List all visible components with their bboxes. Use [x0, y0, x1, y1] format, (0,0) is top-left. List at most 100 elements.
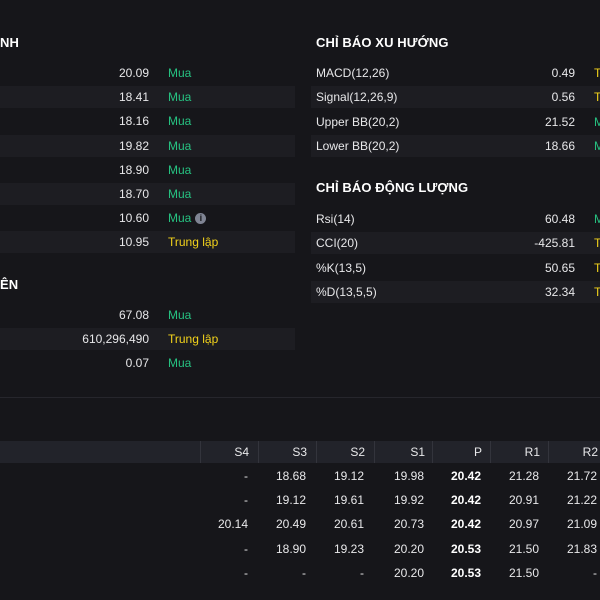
indicator-row: Rsi(14) 60.48 M — [311, 208, 600, 230]
signal-label: Trung lập — [168, 235, 219, 250]
pivot-cell: 20.42 — [450, 469, 481, 483]
signal-label: M — [594, 138, 600, 153]
indicator-row: MACD(12,26) 0.49 T — [311, 62, 600, 84]
pivot-cell: - — [360, 565, 364, 580]
ma-section-title: NH — [0, 35, 19, 50]
pivot-table-row: - 18.68 19.12 19.98 20.42 21.28 21.72 — [0, 464, 600, 488]
indicator-row: Lower BB(20,2) 18.66 M — [311, 134, 600, 157]
pivot-cell: 19.12 — [333, 469, 364, 483]
indicator-value: 18.70 — [118, 187, 149, 201]
pivot-header-cell: S3 — [258, 441, 307, 463]
pivot-cell: 20.53 — [450, 565, 481, 580]
pivot-cell: 20.14 — [217, 517, 248, 532]
pivot-cell: 19.92 — [393, 493, 424, 508]
pivot-cell: - — [302, 565, 306, 580]
pivot-cell: 20.61 — [333, 517, 364, 532]
indicator-value: 21.52 — [544, 114, 575, 129]
indicator-value: 0.07 — [125, 356, 149, 371]
indicator-row: 19.82 Mua — [0, 134, 295, 157]
pivot-cell: 20.49 — [275, 517, 306, 532]
pivot-cell: 19.98 — [393, 469, 424, 483]
trend-section-title: CHỈ BÁO XU HƯỚNG — [316, 35, 449, 50]
indicator-value: 10.60 — [118, 211, 149, 226]
indicator-name: Signal(12,26,9) — [316, 90, 398, 105]
pivot-cell: 21.83 — [566, 541, 597, 556]
signal-label: Mua — [168, 187, 192, 201]
indicator-row: Signal(12,26,9) 0.56 T — [311, 86, 600, 109]
pivot-header-cell: S2 — [316, 441, 365, 463]
signal-label: M — [594, 212, 600, 226]
indicator-name: Upper BB(20,2) — [316, 114, 400, 129]
indicator-value: 610,296,490 — [82, 332, 149, 347]
signal-label: Mua — [168, 138, 192, 153]
indicator-row: 10.95 Trung lập — [0, 231, 295, 254]
signal-label: T — [594, 260, 600, 275]
pivot-cell: - — [244, 541, 248, 556]
indicator-row: %D(13,5,5) 32.34 T — [311, 280, 600, 303]
pivot-header-cell: R1 — [490, 441, 540, 463]
indicator-row: 20.09 Mua — [0, 62, 295, 84]
signal-label: Mua — [168, 66, 192, 80]
signal-label: Mua — [168, 114, 192, 129]
pivot-table-row: 20.14 20.49 20.61 20.73 20.42 20.97 21.09 — [0, 512, 600, 536]
indicator-name: CCI(20) — [316, 236, 359, 251]
pivot-cell: 18.90 — [275, 541, 306, 556]
pivot-header-cell: P — [432, 441, 482, 463]
pivot-cell: 19.12 — [275, 493, 306, 508]
pivot-cell: 19.61 — [333, 493, 364, 508]
indicator-name: %K(13,5) — [316, 260, 367, 275]
signal-label: T — [594, 66, 600, 80]
signal-label: Mua — [168, 90, 192, 105]
indicator-value: 18.66 — [544, 138, 575, 153]
pivot-cell: 20.91 — [508, 493, 539, 508]
indicator-value: 10.95 — [118, 235, 149, 250]
signal-label: Trung lập — [168, 332, 219, 347]
pivot-cell: 20.73 — [393, 517, 424, 532]
indicator-value: 20.09 — [118, 66, 149, 80]
pivot-cell: - — [593, 565, 597, 580]
indicator-name: MACD(12,26) — [316, 66, 390, 80]
indicator-row: Upper BB(20,2) 21.52 M — [311, 111, 600, 133]
pivot-table-row: - 18.90 19.23 20.20 20.53 21.50 21.83 — [0, 537, 600, 561]
signal-label: Mua — [168, 356, 192, 371]
indicator-row: 610,296,490 Trung lập — [0, 328, 295, 351]
indicator-name: %D(13,5,5) — [316, 284, 377, 299]
indicator-row: 67.08 Mua — [0, 304, 295, 326]
indicator-row: 10.60 Mua i — [0, 207, 295, 229]
momentum-section-title: CHỈ BÁO ĐỘNG LƯỢNG — [316, 180, 469, 195]
pivot-table-row: - - - 20.20 20.53 21.50 - — [0, 561, 600, 585]
indicator-value: -425.81 — [534, 236, 575, 251]
volume-section-title: ÊN — [0, 277, 19, 292]
pivot-cell: - — [244, 565, 248, 580]
pivot-cell: 21.72 — [566, 469, 597, 483]
signal-label: T — [594, 90, 600, 105]
indicator-row: 0.07 Mua — [0, 352, 295, 374]
pivot-cell: 21.28 — [508, 469, 539, 483]
pivot-table-header: S4 S3 S2 S1 P R1 R2 — [0, 441, 600, 463]
indicator-value: 32.34 — [544, 284, 575, 299]
pivot-cell: - — [244, 469, 248, 483]
pivot-table-row: - 19.12 19.61 19.92 20.42 20.91 21.22 — [0, 488, 600, 512]
indicator-name: Rsi(14) — [316, 212, 355, 226]
pivot-cell: 18.68 — [275, 469, 306, 483]
pivot-cell: 20.20 — [393, 541, 424, 556]
pivot-header-cell: S1 — [374, 441, 425, 463]
indicator-value: 0.49 — [551, 66, 575, 80]
pivot-cell: 20.42 — [450, 493, 481, 508]
pivot-cell: 20.42 — [450, 517, 481, 532]
info-icon[interactable]: i — [195, 212, 207, 224]
indicator-row: 18.16 Mua — [0, 110, 295, 132]
indicator-value: 60.48 — [544, 212, 575, 226]
indicator-row: 18.41 Mua — [0, 86, 295, 109]
signal-label: T — [594, 284, 600, 299]
pivot-cell: 20.53 — [450, 541, 481, 556]
signal-label: Mua — [168, 162, 192, 177]
indicator-value: 0.56 — [551, 90, 575, 105]
signal-label: Mua — [168, 308, 192, 322]
indicator-value: 19.82 — [118, 138, 149, 153]
pivot-cell: 19.23 — [333, 541, 364, 556]
pivot-header-cell: R2 — [548, 441, 598, 463]
pivot-cell: 20.97 — [508, 517, 539, 532]
section-divider — [0, 397, 600, 398]
indicator-value: 18.16 — [118, 114, 149, 129]
